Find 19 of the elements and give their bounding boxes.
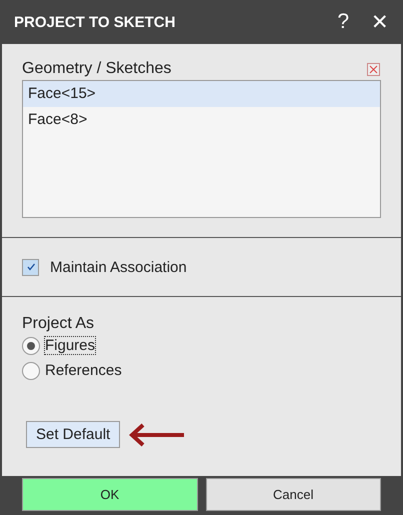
set-default-button[interactable]: Set Default	[26, 421, 120, 448]
radio-label: References	[45, 362, 122, 379]
checkbox[interactable]	[22, 258, 39, 276]
radio-button[interactable]	[22, 336, 40, 354]
help-button[interactable]: ?	[337, 10, 349, 34]
cancel-button[interactable]: Cancel	[206, 478, 381, 511]
clear-icon[interactable]	[367, 62, 380, 76]
checkbox-label: Maintain Association	[50, 258, 187, 276]
radio-label: Figures	[45, 337, 96, 354]
section-label: Geometry / Sketches	[22, 60, 172, 78]
close-button[interactable]: ✕	[371, 10, 389, 34]
arrow-icon	[128, 422, 186, 448]
group-label: Project As	[22, 315, 94, 332]
ok-button[interactable]: OK	[22, 478, 198, 511]
list-item[interactable]: Face<8>	[23, 107, 380, 133]
window-title: PROJECT TO SKETCH	[14, 14, 176, 30]
check-icon	[26, 262, 36, 272]
radio-button[interactable]	[22, 362, 40, 380]
list-item[interactable]: Face<15>	[23, 81, 380, 107]
